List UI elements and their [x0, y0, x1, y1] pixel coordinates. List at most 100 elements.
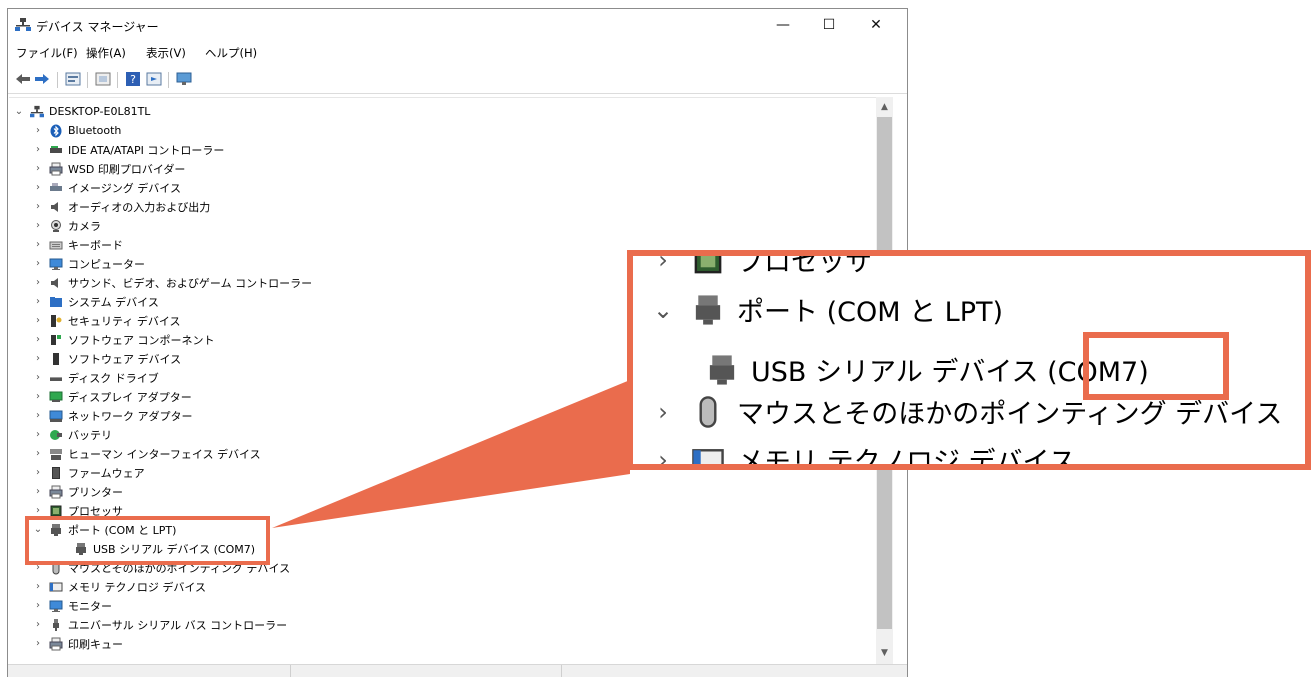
tree-item[interactable]: › イメージング デバイス	[33, 178, 181, 197]
tree-item[interactable]: › ファームウェア	[33, 463, 145, 482]
chevron-right-icon[interactable]: ›	[33, 600, 43, 611]
update-driver-icon[interactable]	[145, 71, 163, 87]
tree-item-label: ネットワーク アダプター	[68, 409, 193, 423]
zoom-row: › メモリ テクノロジ デバイス	[649, 440, 1076, 464]
key-icon	[49, 314, 63, 328]
tree-item-label: プリンター	[68, 485, 123, 499]
menu-action[interactable]: 操作(A)	[86, 45, 126, 61]
chevron-right-icon[interactable]: ›	[33, 144, 43, 155]
tree-item[interactable]: › オーディオの入力および出力	[33, 197, 210, 216]
chevron-right-icon[interactable]: ›	[33, 220, 43, 231]
menu-file[interactable]: ファイル(F)	[16, 45, 78, 61]
tree-item[interactable]: › ヒューマン インターフェイス デバイス	[33, 444, 261, 463]
chevron-right-icon[interactable]: ›	[33, 410, 43, 421]
component-icon	[49, 333, 63, 347]
printer-icon	[49, 637, 63, 651]
scroll-up-icon[interactable]: ▲	[876, 99, 893, 116]
forward-icon[interactable]	[33, 71, 51, 87]
chevron-right-icon[interactable]: ›	[33, 258, 43, 269]
tree-item[interactable]: › モニター	[33, 596, 112, 615]
chevron-right-icon[interactable]: ›	[33, 201, 43, 212]
tree-item-label: システム デバイス	[68, 295, 159, 309]
chevron-right-icon[interactable]: ›	[33, 315, 43, 326]
tree-item[interactable]: › ユニバーサル シリアル バス コントローラー	[33, 615, 287, 634]
tree-item-label: ディスク ドライブ	[68, 371, 159, 385]
chevron-right-icon[interactable]: ›	[33, 182, 43, 193]
tree-item[interactable]: › メモリ テクノロジ デバイス	[33, 577, 206, 596]
monitor-icon[interactable]	[175, 71, 193, 87]
display-adapter-icon	[49, 390, 63, 404]
tree-item[interactable]: › ディスク ドライブ	[33, 368, 159, 387]
properties-icon[interactable]	[64, 71, 82, 87]
chevron-right-icon[interactable]: ›	[33, 448, 43, 459]
chevron-right-icon[interactable]: ›	[33, 429, 43, 440]
tree-item[interactable]: › ネットワーク アダプター	[33, 406, 193, 425]
help-icon[interactable]: ?	[124, 71, 142, 87]
tree-item[interactable]: › プリンター	[33, 482, 123, 501]
chip-icon	[49, 466, 63, 480]
chevron-right-icon[interactable]: ›	[33, 505, 43, 516]
svg-text:?: ?	[130, 73, 136, 86]
tree-item[interactable]: › WSD 印刷プロバイダー	[33, 159, 185, 178]
toolbar-separator	[87, 72, 88, 88]
network-icon	[49, 409, 63, 423]
tree-item[interactable]: › ソフトウェア デバイス	[33, 349, 181, 368]
tree-item-label: ファームウェア	[68, 466, 145, 480]
chevron-down-icon[interactable]: ⌄	[14, 106, 24, 117]
battery-icon	[49, 428, 63, 442]
tree-item[interactable]: › カメラ	[33, 216, 101, 235]
processor-icon	[691, 256, 725, 277]
tree-item[interactable]: › サウンド、ビデオ、およびゲーム コントローラー	[33, 273, 312, 292]
chevron-right-icon[interactable]: ›	[33, 296, 43, 307]
chevron-right-icon[interactable]: ›	[33, 486, 43, 497]
chevron-right-icon[interactable]: ›	[33, 619, 43, 630]
tree-item-label: キーボード	[68, 238, 123, 252]
bluetooth-icon	[49, 124, 63, 138]
maximize-button[interactable]: ☐	[806, 9, 852, 41]
usb-icon	[49, 618, 63, 632]
chevron-right-icon[interactable]: ›	[33, 638, 43, 649]
chevron-right-icon[interactable]: ›	[33, 372, 43, 383]
device-manager-icon	[15, 18, 31, 31]
chevron-right-icon[interactable]: ›	[33, 391, 43, 402]
chevron-right-icon[interactable]: ›	[33, 467, 43, 478]
chevron-right-icon[interactable]: ›	[33, 239, 43, 250]
chevron-right-icon[interactable]: ›	[33, 277, 43, 288]
chevron-right-icon[interactable]: ›	[33, 334, 43, 345]
tree-item-label: Bluetooth	[68, 124, 122, 137]
device-icon	[49, 352, 63, 366]
menu-help[interactable]: ヘルプ(H)	[205, 45, 257, 61]
tree-item[interactable]: › ディスプレイ アダプター	[33, 387, 192, 406]
speaker-icon	[49, 200, 63, 214]
tree-item[interactable]: › Bluetooth	[33, 121, 121, 140]
tree-item-label: WSD 印刷プロバイダー	[68, 162, 186, 176]
folder-icon	[49, 295, 63, 309]
tree-root[interactable]: ⌄ DESKTOP-E0L81TL	[14, 102, 151, 121]
tree-item[interactable]: › バッテリ	[33, 425, 112, 444]
menu-view[interactable]: 表示(V)	[146, 45, 186, 61]
tree-item-label: ディスプレイ アダプター	[68, 390, 192, 404]
chevron-right-icon[interactable]: ›	[33, 163, 43, 174]
chevron-right-icon: ›	[658, 397, 668, 426]
tree-item[interactable]: › セキュリティ デバイス	[33, 311, 181, 330]
webcam-icon	[49, 219, 63, 233]
tree-item[interactable]: › システム デバイス	[33, 292, 159, 311]
disk-icon	[49, 371, 63, 385]
tree-item-label: モニター	[68, 599, 112, 613]
close-button[interactable]: ✕	[853, 9, 899, 41]
back-icon[interactable]	[14, 71, 32, 87]
tree-item[interactable]: › ソフトウェア コンポーネント	[33, 330, 215, 349]
chevron-right-icon[interactable]: ›	[33, 581, 43, 592]
tree-item[interactable]: › コンピューター	[33, 254, 145, 273]
zoom-row: › プロセッサ	[649, 256, 872, 279]
highlight-box-com7	[1083, 332, 1229, 400]
chevron-right-icon[interactable]: ›	[33, 125, 43, 136]
chevron-right-icon[interactable]: ›	[33, 353, 43, 364]
tree-item[interactable]: › キーボード	[33, 235, 123, 254]
scan-hardware-icon[interactable]	[94, 71, 112, 87]
tree-item[interactable]: › IDE ATA/ATAPI コントローラー	[33, 140, 224, 159]
scroll-down-icon[interactable]: ▼	[876, 645, 893, 662]
minimize-button[interactable]: —	[760, 9, 806, 41]
mouse-icon	[691, 395, 725, 429]
tree-item[interactable]: › 印刷キュー	[33, 634, 123, 653]
